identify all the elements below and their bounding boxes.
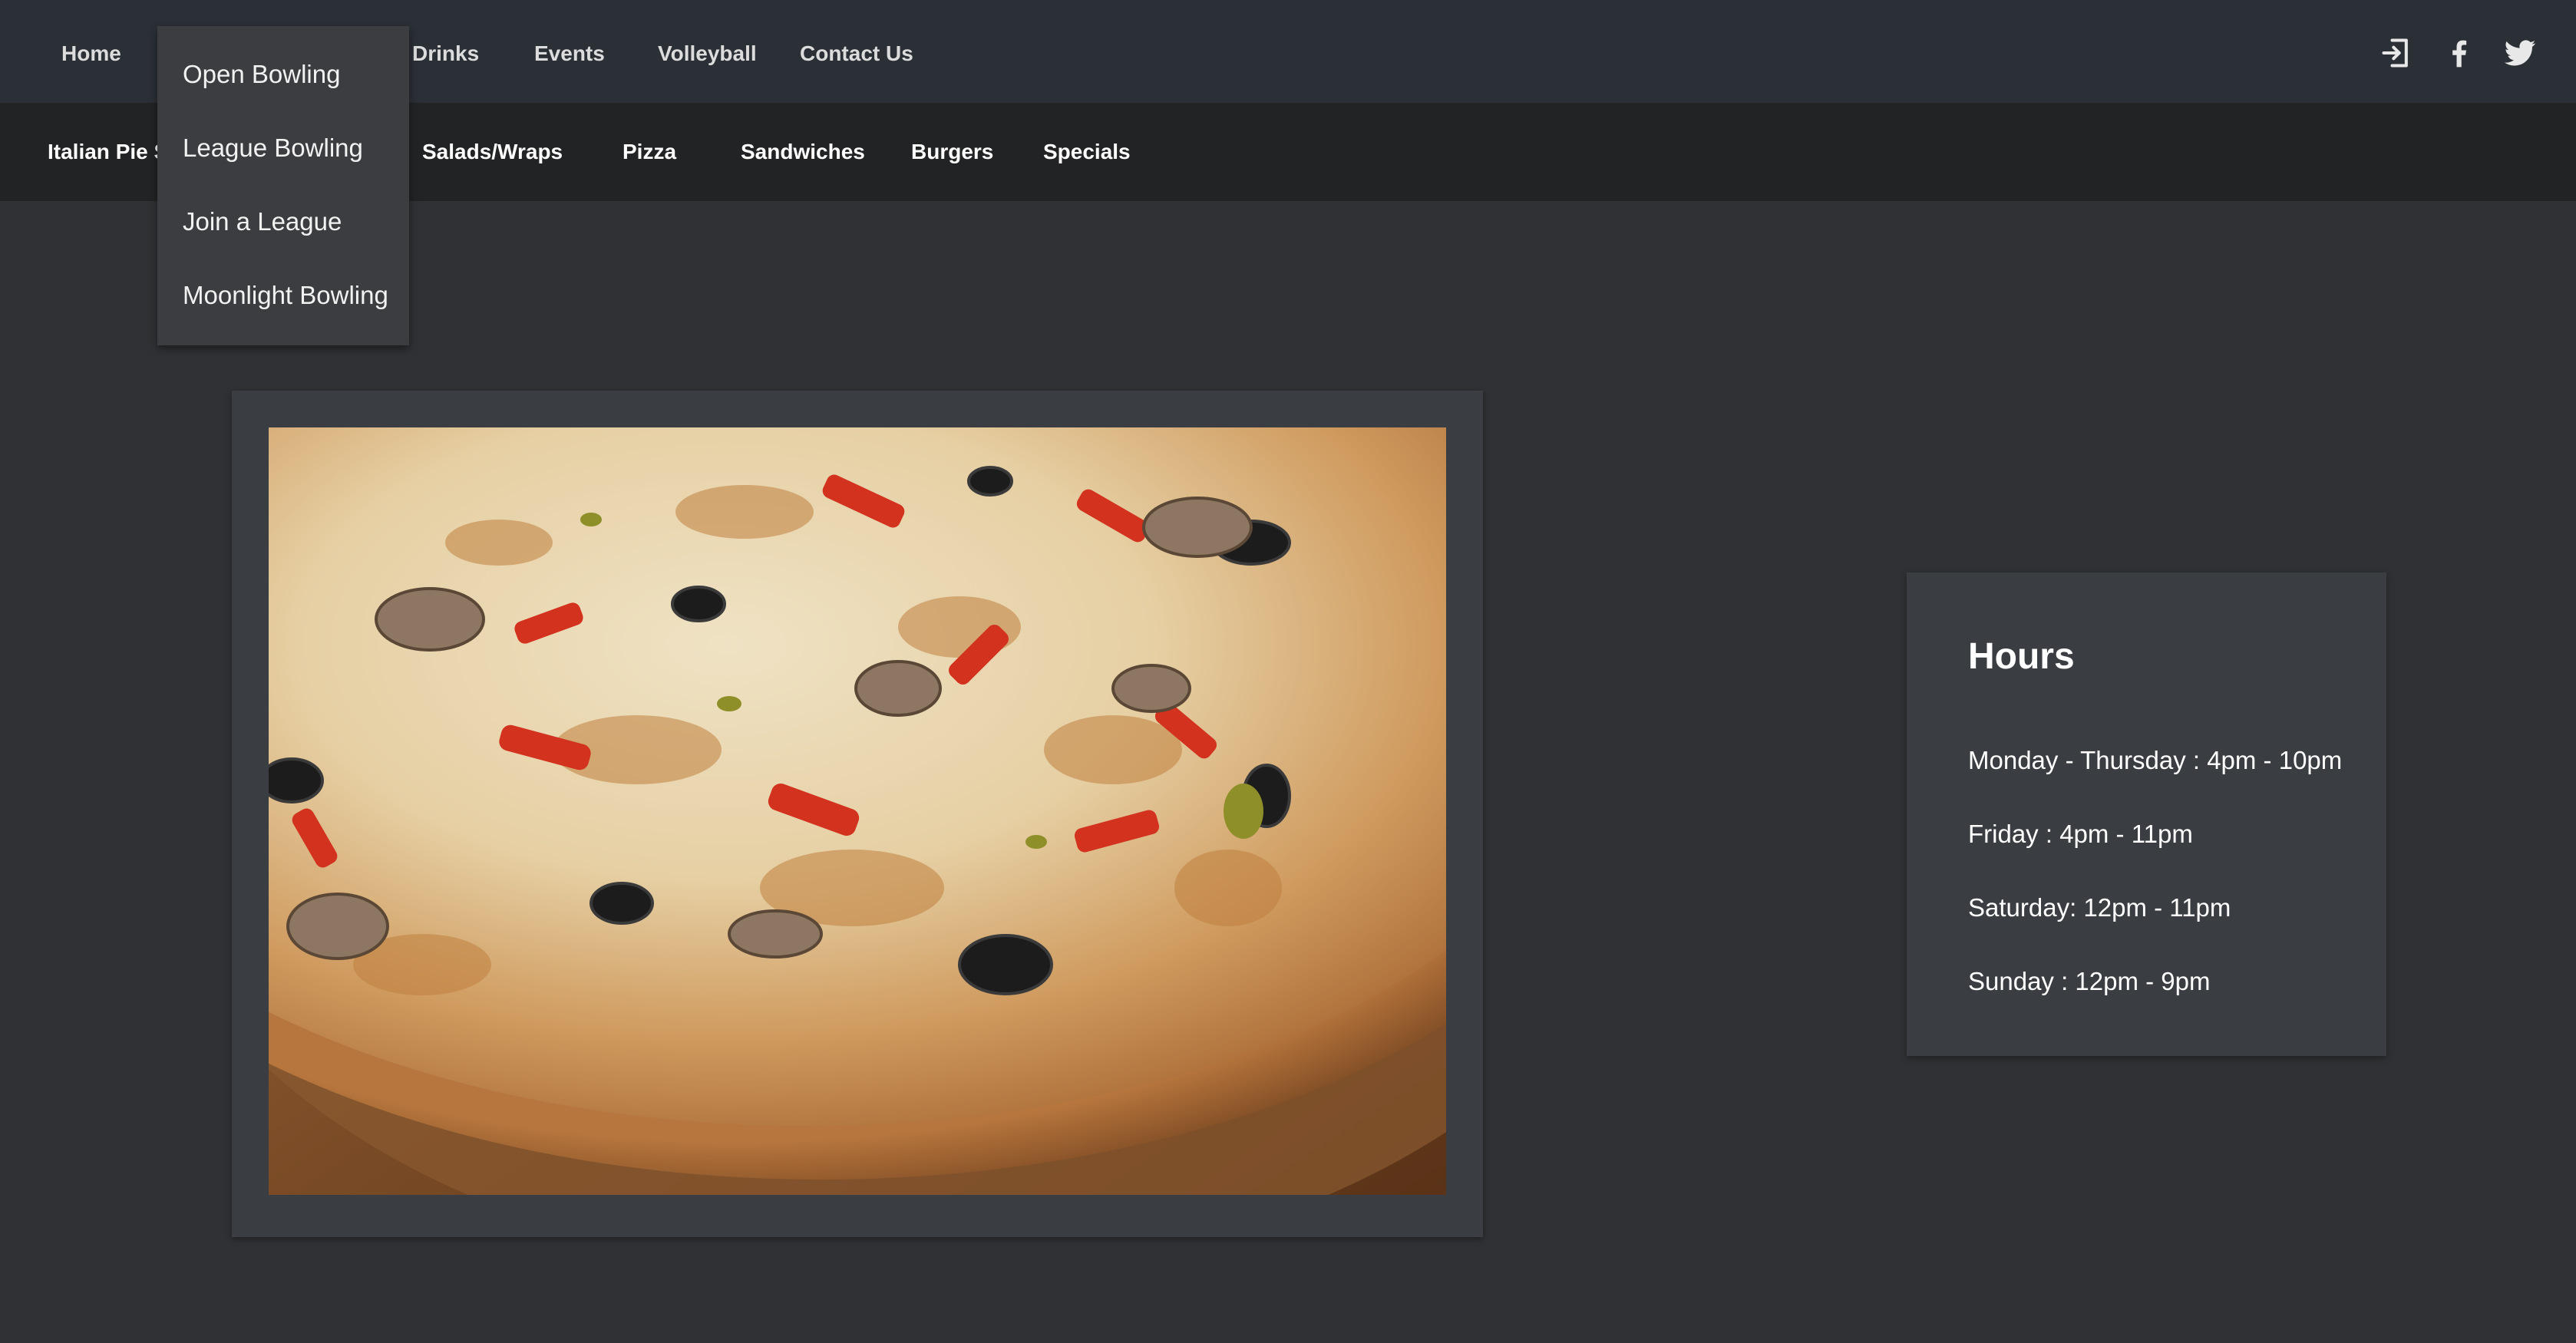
hours-title: Hours	[1968, 636, 2075, 677]
featured-image-card	[232, 391, 1483, 1237]
hours-friday: Friday : 4pm - 11pm	[1968, 820, 2193, 848]
nav-volleyball-link[interactable]: Volleyball	[658, 0, 757, 103]
dropdown-item-moonlight-bowling[interactable]: Moonlight Bowling	[183, 272, 388, 318]
category-sandwiches-link[interactable]: Sandwiches	[741, 103, 865, 201]
category-pizza-link[interactable]: Pizza	[623, 103, 676, 201]
nav-drinks-link[interactable]: Drinks	[412, 0, 479, 103]
dropdown-item-league-bowling[interactable]: League Bowling	[183, 125, 363, 171]
hours-sunday: Sunday : 12pm - 9pm	[1968, 967, 2211, 995]
nav-home-link[interactable]: Home	[61, 0, 121, 103]
category-specials-link[interactable]: Specials	[1043, 103, 1131, 201]
hours-saturday: Saturday: 12pm - 11pm	[1968, 893, 2231, 922]
bowling-dropdown-menu: Open Bowling League Bowling Join a Leagu…	[157, 26, 409, 345]
facebook-icon[interactable]	[2442, 36, 2476, 70]
pizza-photo	[269, 427, 1446, 1195]
category-salads-wraps-link[interactable]: Salads/Wraps	[422, 103, 563, 201]
dropdown-item-open-bowling[interactable]: Open Bowling	[183, 51, 340, 97]
nav-contact-us-link[interactable]: Contact Us	[800, 0, 913, 103]
nav-events-link[interactable]: Events	[534, 0, 605, 103]
hours-monday-thursday: Monday - Thursday : 4pm - 10pm	[1968, 746, 2343, 774]
hours-card: Hours Monday - Thursday : 4pm - 10pm Fri…	[1907, 573, 2386, 1056]
dropdown-item-join-a-league[interactable]: Join a League	[183, 199, 342, 245]
sign-in-icon[interactable]	[2379, 36, 2413, 70]
category-italian-pie-link[interactable]: Italian Pie S	[48, 103, 168, 201]
twitter-icon[interactable]	[2503, 36, 2537, 70]
category-burgers-link[interactable]: Burgers	[911, 103, 993, 201]
